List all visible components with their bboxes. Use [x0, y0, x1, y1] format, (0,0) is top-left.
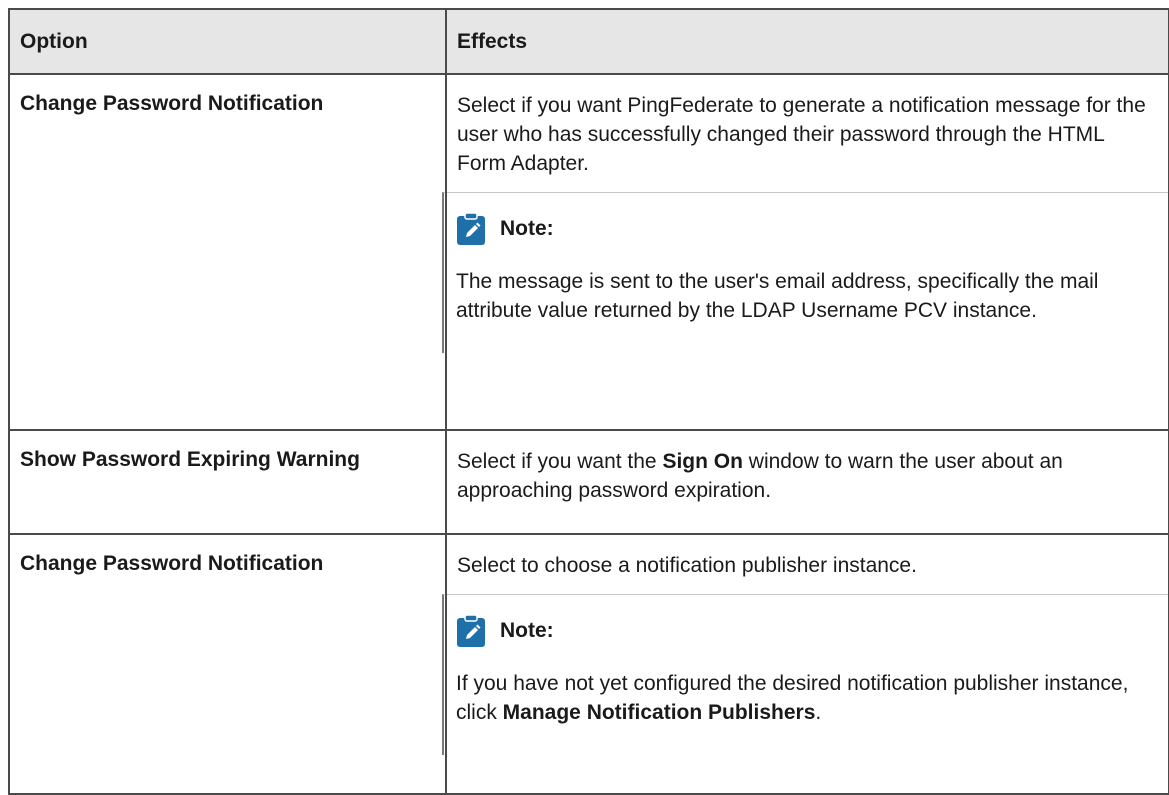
options-table: Option Effects Change Password Notificat…	[8, 8, 1169, 795]
table-header-row: Option Effects	[8, 8, 1169, 75]
note-label: Note:	[500, 217, 554, 240]
table-row: Change Password Notification Select to c…	[8, 533, 1169, 795]
option-cell: Show Password Expiring Warning	[8, 429, 447, 535]
effect-text: Select to choose a notification publishe…	[457, 554, 917, 577]
table-row: Show Password Expiring Warning Select if…	[8, 429, 1169, 535]
note-label: Note:	[500, 619, 554, 642]
option-cell: Change Password Notification	[8, 533, 447, 795]
edit-note-icon	[456, 614, 486, 648]
column-header-effects: Effects	[445, 8, 1169, 75]
effects-cell: Select to choose a notification publishe…	[442, 533, 1169, 795]
option-label: Change Password Notification	[20, 92, 324, 115]
note-box: Note: The message is sent to the user's …	[442, 192, 1168, 353]
note-heading: Note:	[456, 209, 1158, 249]
option-label: Show Password Expiring Warning	[20, 448, 360, 471]
effect-text-pre: Select if you want the	[457, 450, 663, 473]
option-label: Change Password Notification	[20, 552, 324, 575]
effect-text: Select if you want PingFederate to gener…	[457, 94, 1146, 175]
table-row: Change Password Notification Select if y…	[8, 73, 1169, 431]
effect-text: Select if you want the Sign On window to…	[447, 431, 1168, 519]
effects-cell: Select if you want PingFederate to gener…	[442, 73, 1169, 431]
effects-cell: Select if you want the Sign On window to…	[445, 429, 1169, 535]
note-text: The message is sent to the user's email …	[456, 270, 1099, 322]
note-heading: Note:	[456, 611, 1158, 651]
edit-note-icon	[456, 212, 486, 246]
column-header-option: Option	[8, 8, 447, 75]
manage-notification-publishers-text: Manage Notification Publishers	[502, 701, 816, 724]
note-box: Note: If you have not yet configured the…	[442, 594, 1168, 755]
note-text: If you have not yet configured the desir…	[456, 669, 1158, 727]
note-text-post: .	[815, 701, 822, 724]
option-cell: Change Password Notification	[8, 73, 447, 431]
effect-text-bold: Sign On	[662, 450, 743, 473]
